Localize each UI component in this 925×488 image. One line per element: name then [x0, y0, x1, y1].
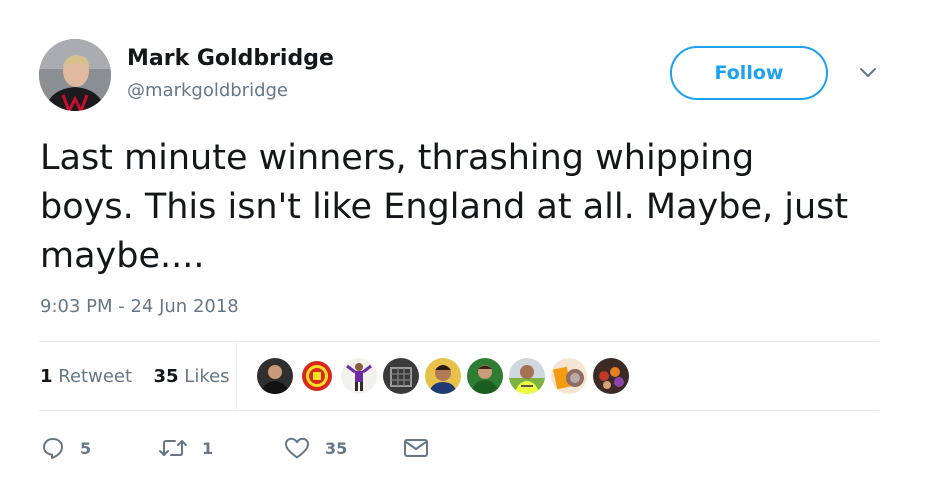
reply-button[interactable]: 5 — [40, 434, 91, 462]
tweet-timestamp[interactable]: 9:03 PM - 24 Jun 2018 — [40, 294, 239, 320]
chevron-down-icon[interactable] — [856, 64, 880, 82]
tweet-text: Last minute winners, thrashing whipping … — [40, 138, 849, 276]
liker-avatar-4[interactable] — [382, 357, 420, 395]
retweet-stat[interactable]: 1 Retweet — [40, 366, 138, 387]
liker-avatar-5[interactable] — [424, 357, 462, 395]
divider — [39, 341, 879, 342]
heart-icon — [283, 435, 311, 461]
liker-avatar-9[interactable] — [592, 357, 630, 395]
reply-count: 5 — [80, 438, 92, 458]
liker-avatar-3[interactable] — [340, 357, 378, 395]
reply-icon — [40, 435, 66, 461]
like-action-count: 35 — [325, 438, 348, 458]
stats-divider — [236, 343, 237, 409]
divider — [39, 410, 879, 411]
likes-stat[interactable]: 35 Likes — [154, 366, 230, 387]
retweet-count: 1 — [40, 366, 53, 387]
envelope-icon — [402, 435, 430, 461]
like-button[interactable]: 35 — [283, 434, 347, 462]
retweet-icon — [158, 435, 188, 461]
tweet-stats: 1 Retweet 35 Likes — [40, 364, 230, 390]
author-handle[interactable]: @markgoldbridge — [127, 78, 288, 104]
liker-avatar-1[interactable] — [256, 357, 294, 395]
follow-button[interactable]: Follow — [670, 46, 828, 100]
direct-message-button[interactable] — [402, 434, 430, 462]
likes-count: 35 — [153, 366, 179, 387]
liker-avatar-2[interactable] — [298, 357, 336, 395]
liker-avatar-7[interactable] — [508, 357, 546, 395]
likes-label: Likes — [184, 366, 230, 387]
author-name[interactable]: Mark Goldbridge — [127, 44, 334, 74]
liker-avatar-8[interactable] — [550, 357, 588, 395]
profile-avatar[interactable] — [39, 39, 111, 111]
retweet-action-count: 1 — [202, 438, 214, 458]
retweet-label: Retweet — [58, 366, 133, 387]
liker-avatar-6[interactable] — [466, 357, 504, 395]
retweet-button[interactable]: 1 — [158, 434, 213, 462]
